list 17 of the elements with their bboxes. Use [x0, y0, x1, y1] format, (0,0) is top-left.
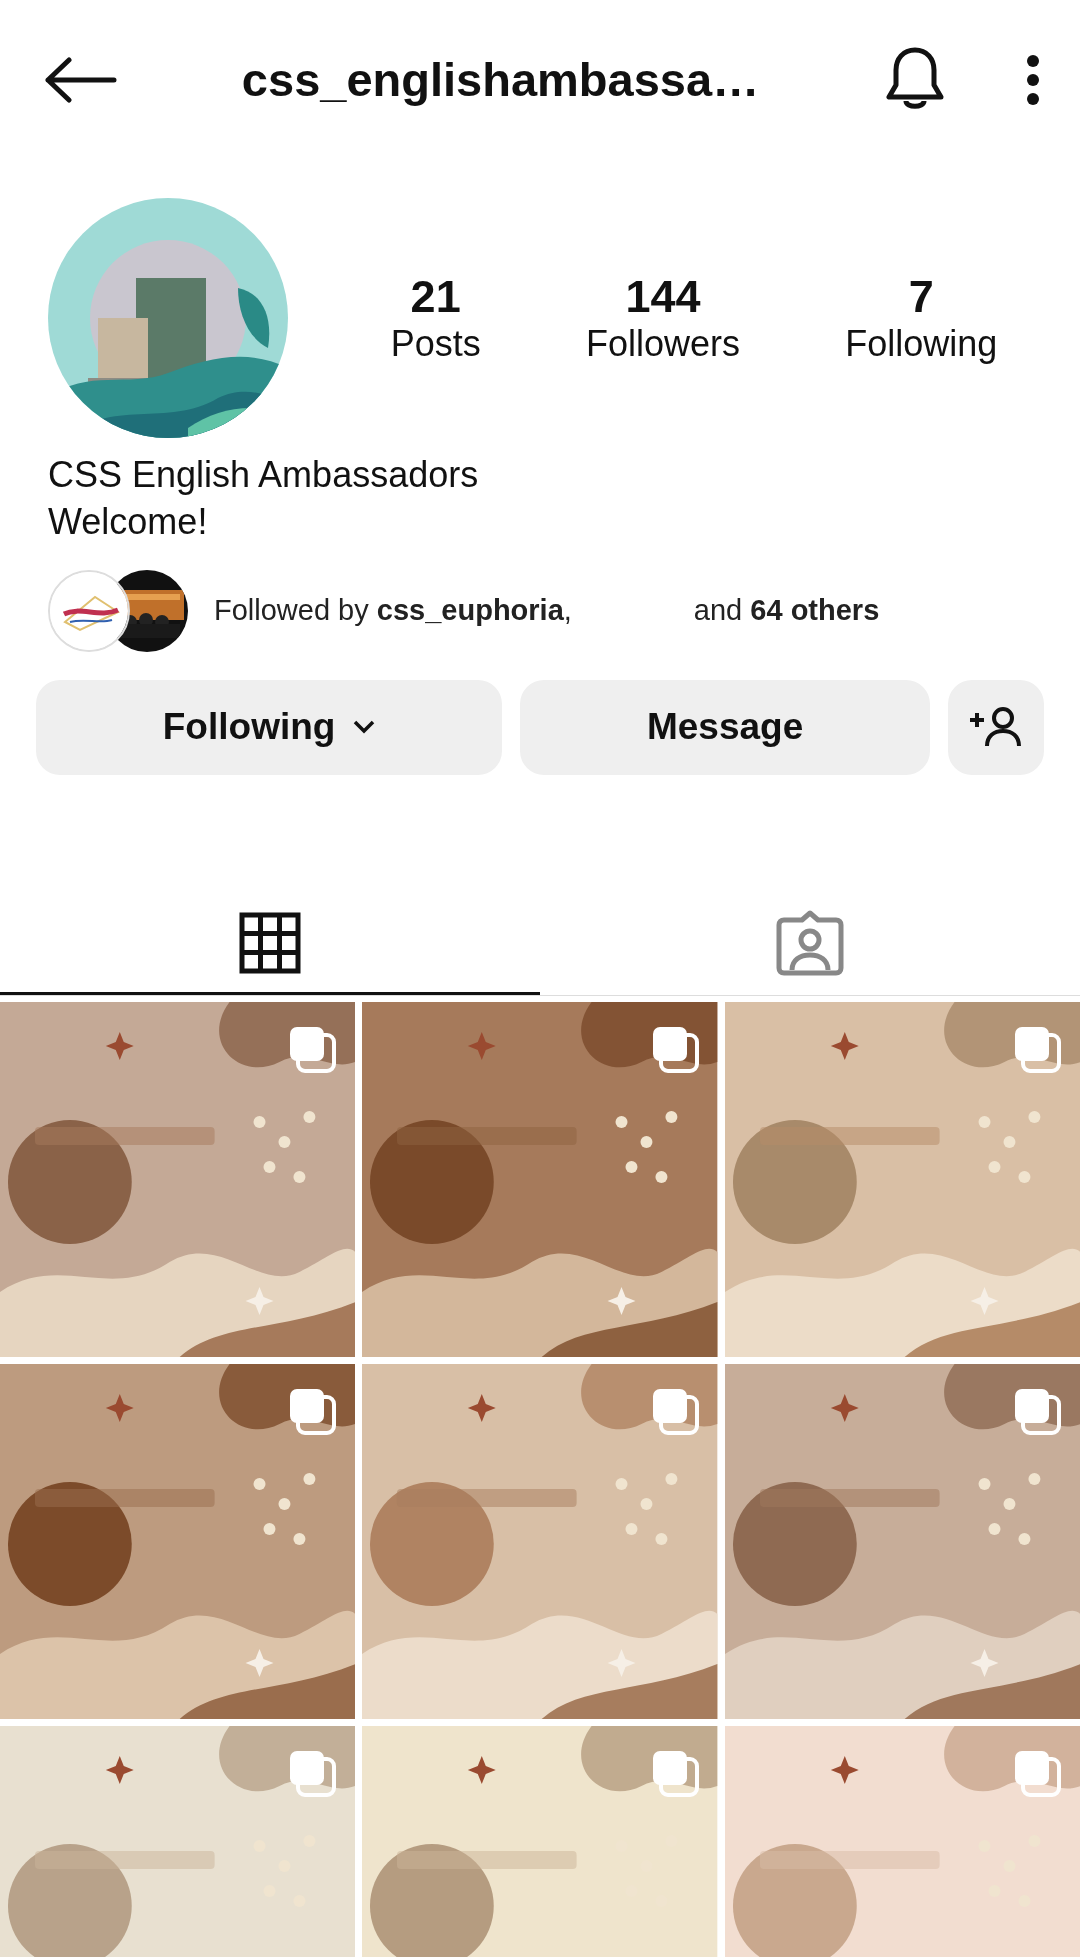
stat-count: 21 [409, 270, 462, 323]
message-button[interactable]: Message [520, 679, 930, 775]
followed-by-count: and 64 others [693, 592, 880, 628]
profile-username: css_englishambassa… [241, 51, 760, 108]
chevron-down-icon [353, 720, 376, 735]
back-arrow-icon[interactable] [45, 57, 117, 103]
following-dropdown-button[interactable]: Following [36, 679, 503, 775]
stat-count: 144 [624, 270, 702, 323]
followed-by-text: Followed by css_euphoria, [214, 592, 572, 628]
profile-name: CSS English Ambassadors [48, 453, 480, 497]
add-person-icon[interactable] [948, 679, 1044, 775]
more-options-icon[interactable] [1026, 54, 1040, 106]
stat-count: 7 [907, 270, 935, 323]
stat-label: Followers [585, 322, 740, 366]
stat-label: Following [845, 322, 998, 366]
stat-label: Posts [390, 322, 481, 366]
profile-bio: Welcome! [48, 499, 209, 544]
